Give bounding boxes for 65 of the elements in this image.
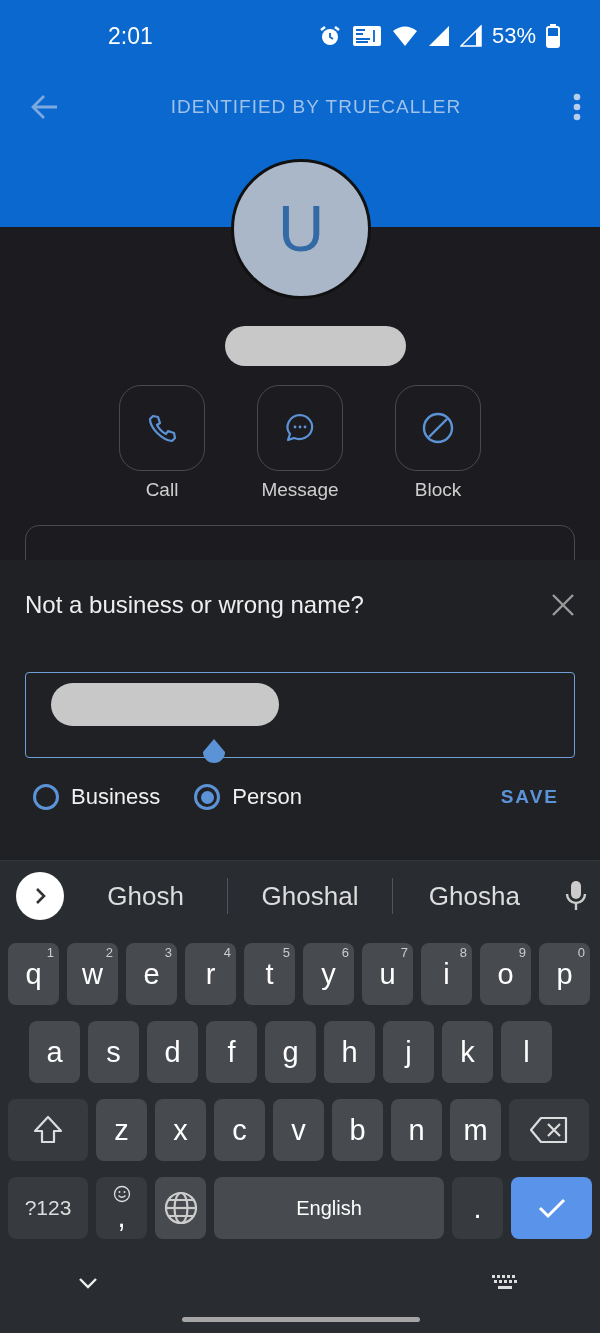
keyboard-key[interactable]: z [96, 1099, 147, 1161]
name-field[interactable] [25, 672, 575, 758]
keyboard-key[interactable]: w 2 [67, 943, 118, 1005]
close-button[interactable] [551, 593, 575, 617]
status-time: 2:01 [108, 22, 154, 50]
hide-keyboard-button[interactable] [78, 1276, 98, 1290]
keyboard-key[interactable]: o 9 [480, 943, 531, 1005]
keyboard-key[interactable]: s [88, 1021, 139, 1083]
expand-toolbar-button[interactable] [16, 872, 64, 920]
dialog-title: Not a business or wrong name? [25, 591, 365, 619]
check-icon [536, 1196, 567, 1220]
keyboard-key[interactable]: j [383, 1021, 434, 1083]
keyboard-key[interactable]: p 0 [539, 943, 590, 1005]
contact-avatar: U [231, 159, 371, 299]
period-key[interactable]: . [452, 1177, 503, 1239]
emoji-comma-key[interactable]: , [96, 1177, 147, 1239]
suggestion-chip[interactable]: Ghoshal [228, 880, 392, 912]
keyboard-key[interactable]: r 4 [185, 943, 236, 1005]
keyboard-key[interactable]: d [147, 1021, 198, 1083]
microphone-icon [564, 880, 588, 912]
radio-option[interactable]: Person [194, 784, 302, 810]
keyboard-key[interactable]: h [324, 1021, 375, 1083]
keyboard-key[interactable]: b [332, 1099, 383, 1161]
keyboard-key[interactable]: t 5 [244, 943, 295, 1005]
keyboard-key[interactable]: k [442, 1021, 493, 1083]
keyboard-key[interactable]: f [206, 1021, 257, 1083]
keyboard-switch-button[interactable] [492, 1275, 518, 1291]
globe-icon [162, 1190, 199, 1226]
signal-icon [427, 25, 450, 47]
keyboard-key[interactable]: v [273, 1099, 324, 1161]
keyboard-key[interactable]: a [29, 1021, 80, 1083]
block-icon [421, 411, 455, 445]
close-icon [551, 593, 575, 617]
keyboard-key[interactable]: x [155, 1099, 206, 1161]
more-button[interactable] [572, 92, 582, 122]
keyboard-key[interactable]: m [450, 1099, 501, 1161]
suggestion-chip[interactable]: Ghosha [392, 880, 556, 912]
symbols-key[interactable]: ?123 [8, 1177, 88, 1239]
smiley-icon [112, 1184, 131, 1203]
more-vertical-icon [572, 92, 582, 122]
keyboard-key[interactable]: e 3 [126, 943, 177, 1005]
app-bar-title: IDENTIFIED BY TRUECALLER [169, 96, 463, 118]
battery-percent: 53% [491, 23, 536, 49]
keyboard-key[interactable]: n [391, 1099, 442, 1161]
language-key[interactable] [155, 1177, 206, 1239]
keyboard-key[interactable]: g [265, 1021, 316, 1083]
keyboard-icon [492, 1275, 518, 1291]
keyboard-key[interactable]: y 6 [303, 943, 354, 1005]
keyboard-key[interactable]: c [214, 1099, 265, 1161]
suggestion-chip[interactable]: Ghosh [64, 880, 228, 912]
wifi-icon [391, 25, 418, 47]
keyboard-key[interactable]: i 8 [421, 943, 472, 1005]
keyboard-key[interactable]: u 7 [362, 943, 413, 1005]
chevron-down-icon [78, 1276, 98, 1290]
backspace-icon [529, 1115, 569, 1145]
phone-icon [146, 412, 178, 444]
signal-icon [459, 25, 482, 47]
space-key[interactable]: English [214, 1177, 444, 1239]
save-button[interactable]: SAVE [496, 782, 563, 812]
battery-icon [546, 24, 560, 48]
shift-key[interactable] [8, 1099, 88, 1161]
backspace-key[interactable] [509, 1099, 589, 1161]
keyboard-key[interactable]: l [501, 1021, 552, 1083]
radio-option[interactable]: Business [33, 784, 161, 810]
keyboard-key[interactable]: q 1 [8, 943, 59, 1005]
